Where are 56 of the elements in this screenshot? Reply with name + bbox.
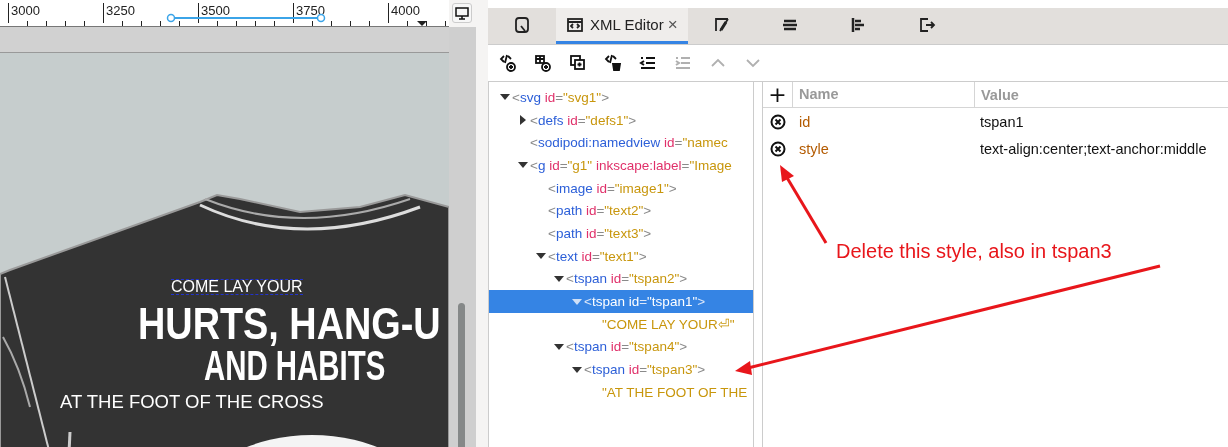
close-icon[interactable]: × [667, 14, 678, 35]
tree-row[interactable]: <path id="text3"> [489, 222, 753, 245]
scrollbar-thumb[interactable] [458, 303, 465, 447]
tree-row[interactable]: <tspan id="tspan3"> [489, 358, 753, 381]
expanded-icon[interactable] [553, 273, 564, 284]
element-label: <svg id="svg1"> [512, 89, 610, 105]
tree-row[interactable]: <image id="image1"> [489, 176, 753, 200]
code-plus-icon [498, 53, 518, 73]
guide-handle[interactable] [166, 13, 326, 23]
element-label: <tspan id="tspan1"> [584, 294, 706, 310]
element-label: <path id="text2"> [548, 203, 652, 219]
tree-row[interactable]: <tspan id="tspan1"> [489, 290, 753, 313]
canvas-text[interactable]: AND HABITS [204, 347, 386, 385]
tree-row[interactable]: <svg id="svg1"> [489, 86, 753, 109]
element-label: <sodipodi:namedview id="namec [530, 135, 728, 151]
node-plus-icon [533, 53, 553, 73]
element-label: <defs id="defs1"> [530, 112, 637, 128]
canvas-text[interactable]: COME LAY YOUR [171, 279, 303, 295]
add-attribute-button[interactable]: + [763, 82, 793, 107]
display-button[interactable] [452, 3, 472, 23]
text-content-label: "COME LAY YOUR⏎" [602, 316, 735, 333]
element-label: <image id="image1"> [548, 180, 677, 196]
column-header: Value [980, 86, 1019, 103]
attribute-value[interactable]: text-align:center;text-anchor:middle [974, 140, 1207, 157]
duplicate-icon [568, 53, 588, 73]
element-label: <tspan id="tspan2"> [566, 271, 688, 287]
attribute-name: style [798, 140, 830, 157]
text-content-label: "AT THE FOOT OF THE [602, 384, 748, 400]
search-icon [512, 14, 532, 35]
ruler-label: 3000 [8, 3, 40, 23]
element-label: <path id="text3"> [548, 225, 652, 241]
code-trash-icon [603, 53, 623, 73]
element-label: <tspan id="tspan3"> [584, 362, 706, 378]
column-header: Name [793, 82, 975, 107]
tree-row[interactable]: <sodipodi:namedview id="namec [489, 131, 753, 155]
panel-tab[interactable]: XML Editor × [556, 8, 688, 44]
delete-icon[interactable] [770, 113, 786, 130]
ruler-label: 3250 [103, 3, 135, 23]
delete-icon[interactable] [770, 140, 786, 157]
element-label: <tspan id="tspan4"> [566, 339, 688, 355]
tree-row[interactable]: <path id="text2"> [489, 199, 753, 223]
tree-row[interactable]: <text id="text1"> [489, 244, 753, 268]
tree-row[interactable]: <tspan id="tspan4"> [489, 335, 753, 359]
attribute-name: id [798, 113, 812, 130]
expanded-icon[interactable] [571, 364, 582, 375]
tree-row[interactable]: <defs id="defs1"> [489, 108, 753, 132]
canvas-text[interactable]: AT THE FOOT OF THE CROSS [60, 391, 324, 413]
element-label: <text id="text1"> [548, 248, 647, 264]
element-label: <g id="g1" inkscape:label="Image [530, 157, 732, 173]
expanded-icon[interactable] [553, 341, 564, 352]
annotation-text: Delete this style, also in tspan3 [836, 240, 1112, 263]
tree-row[interactable]: <g id="g1" inkscape:label="Image [489, 154, 753, 177]
attribute-value[interactable]: tspan1 [974, 113, 1024, 130]
tree-row[interactable]: <tspan id="tspan2"> [489, 267, 753, 291]
collapsed-icon[interactable] [517, 115, 528, 126]
ruler-label: 3500 [198, 3, 230, 23]
